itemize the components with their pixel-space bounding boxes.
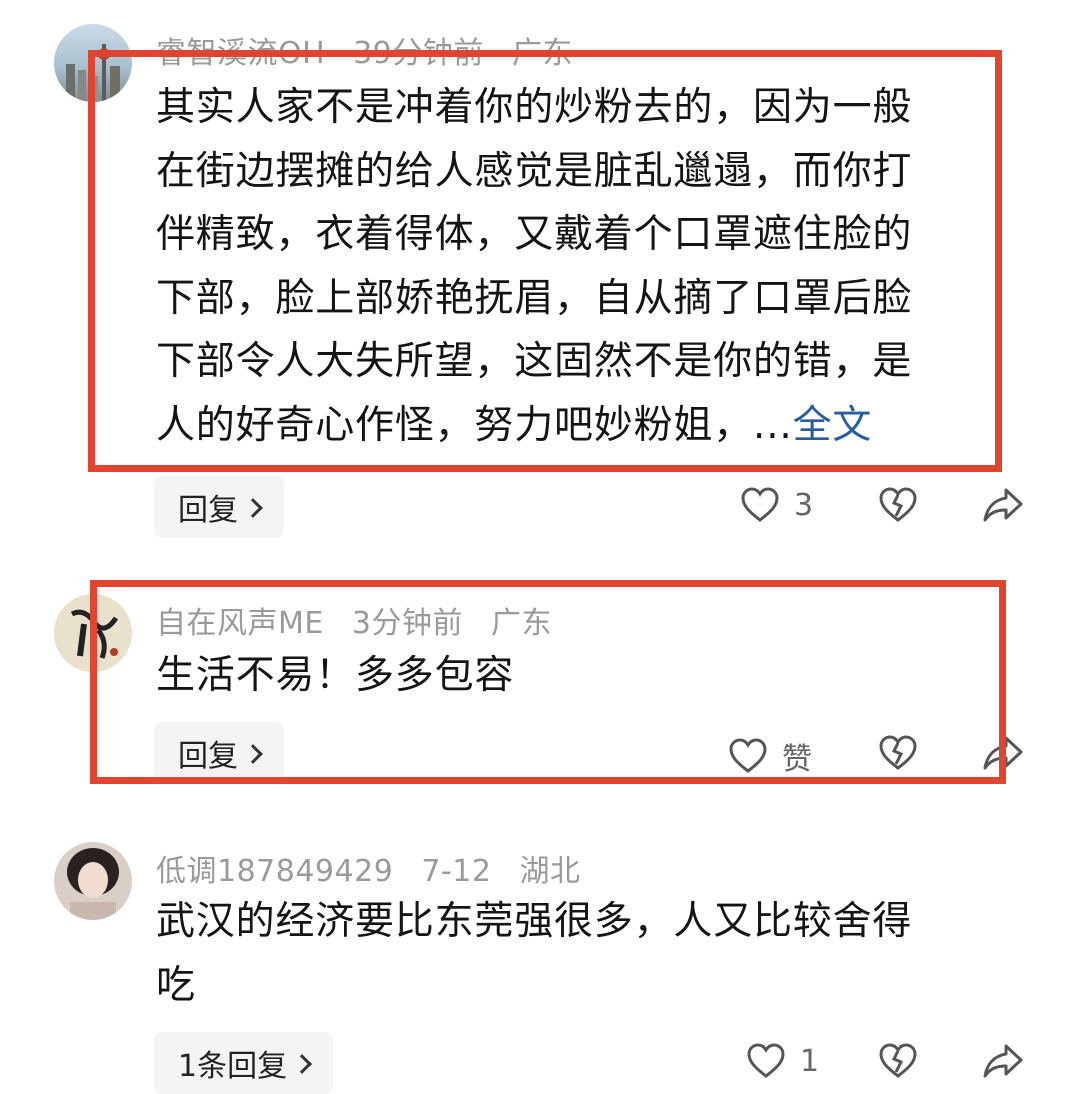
heart-outline-icon — [741, 487, 779, 522]
chevron-right-icon — [292, 1054, 312, 1074]
calligraphy-avatar-icon — [70, 609, 119, 659]
broken-heart-icon — [879, 1043, 917, 1078]
dislike-button[interactable] — [878, 734, 918, 772]
comment-line: 下部，脸上部娇艳抚眉，自从摘了口罩后脸 — [156, 275, 913, 321]
username[interactable]: 低调187849429 — [156, 854, 393, 889]
like-button[interactable]: 1 — [746, 1042, 819, 1080]
broken-heart-icon — [879, 487, 917, 522]
timestamp: 7-12 — [421, 854, 492, 889]
timestamp: 3分钟前 — [351, 606, 463, 641]
reply-button[interactable]: 1条回复 — [154, 1032, 334, 1094]
share-button[interactable] — [982, 1042, 1024, 1080]
share-button[interactable] — [982, 734, 1024, 772]
comment-text: 武汉的经济要比东莞强很多，人又比较舍得 吃 — [156, 890, 912, 1017]
broken-heart-icon — [879, 735, 917, 770]
location: 广东 — [491, 606, 553, 641]
username[interactable]: 睿智溪流OH — [156, 36, 325, 71]
share-arrow-icon — [983, 488, 1023, 522]
avatar[interactable] — [54, 594, 132, 672]
chevron-right-icon — [243, 744, 263, 764]
comment-line: 伴精致，衣着得体，又戴着个口罩遮住脸的 — [156, 212, 913, 257]
comment-line: 人的好奇心作怪，努力吧妙粉姐，...全文 — [156, 394, 912, 458]
reply-button[interactable]: 回复 — [154, 476, 284, 538]
portrait-avatar-icon — [67, 848, 119, 920]
username[interactable]: 自在风声ME — [156, 606, 324, 641]
comment-line-text: 人的好奇心作怪，努力吧妙粉姐，... — [156, 402, 793, 448]
comment-text: 其实人家不是冲着你的炒粉去的，因为一般 在街边摆摊的给人感觉是脏乱邋遢，而你打 … — [156, 76, 912, 457]
city-skyline-icon — [66, 44, 120, 102]
comment-meta: 自在风声ME 3分钟前 广东 — [156, 598, 570, 642]
dislike-button[interactable] — [878, 1042, 918, 1080]
comment-text: 生活不易！多多包容 — [156, 644, 514, 708]
share-button[interactable] — [982, 486, 1024, 524]
share-arrow-icon — [983, 736, 1023, 770]
comment-line: 吃 — [156, 962, 196, 1008]
full-text-link[interactable]: 全文 — [793, 403, 873, 448]
comment-meta: 睿智溪流OH 39分钟前 广东 — [156, 28, 591, 72]
like-label: 赞 — [782, 742, 812, 777]
comment-line: 下部令人大失所望，这固然不是你的错，是 — [156, 339, 913, 384]
location: 湖北 — [519, 854, 581, 889]
comment-line: 生活不易！多多包容 — [156, 653, 515, 698]
like-button[interactable]: 3 — [740, 486, 813, 524]
avatar[interactable] — [54, 24, 132, 102]
comment-meta: 低调187849429 7-12 湖北 — [156, 846, 598, 890]
reply-button[interactable]: 回复 — [154, 722, 284, 784]
dislike-button[interactable] — [878, 486, 918, 524]
comment-line: 其实人家不是冲着你的炒粉去的，因为一般 — [156, 85, 913, 130]
reply-label: 1条回复 — [178, 1049, 288, 1084]
reply-label: 回复 — [178, 739, 238, 774]
like-button[interactable]: 赞 — [728, 734, 812, 778]
timestamp: 39分钟前 — [353, 36, 484, 71]
comment-line: 在街边摆摊的给人感觉是脏乱邋遢，而你打 — [156, 148, 913, 194]
share-arrow-icon — [983, 1044, 1023, 1078]
reply-label: 回复 — [178, 493, 238, 528]
location: 广东 — [511, 36, 573, 71]
chevron-right-icon — [243, 498, 263, 518]
heart-outline-icon — [729, 738, 767, 773]
like-count: 1 — [800, 1043, 820, 1079]
avatar[interactable] — [54, 842, 132, 920]
heart-outline-icon — [747, 1043, 785, 1078]
comment-line: 武汉的经济要比东莞强很多，人又比较舍得 — [156, 899, 913, 944]
like-count: 3 — [794, 487, 814, 523]
